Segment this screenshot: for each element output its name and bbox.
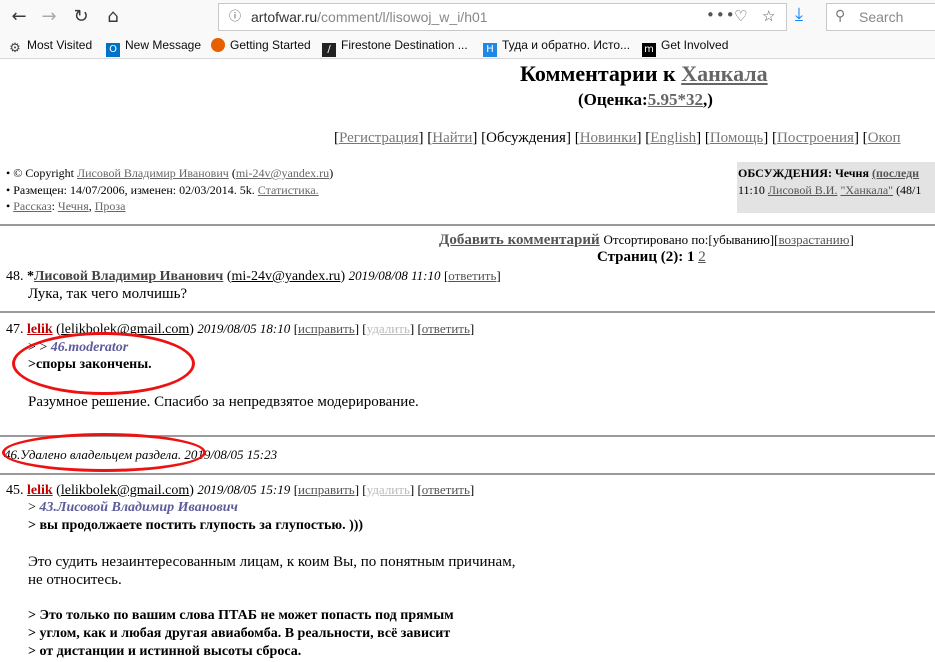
bookmark-tuda-i-obratno[interactable]: H Туда и обратно. Исто... — [483, 38, 630, 57]
rating-link[interactable]: 5.95*32 — [648, 90, 703, 109]
firestone-icon: / — [322, 43, 336, 57]
comment-author-link[interactable]: lelik — [27, 483, 53, 498]
bookmark-new-message[interactable]: O New Message — [106, 38, 201, 57]
comment-quote-ref: > 43.Лисовой Владимир Иванович — [28, 500, 238, 515]
tag-chechnya[interactable]: Чечня — [58, 199, 89, 213]
download-icon[interactable]: ⤓ — [795, 4, 803, 25]
quote-ref-link[interactable]: 43.Лисовой Владимир Иванович — [39, 500, 237, 515]
reply-link[interactable]: ответить — [448, 268, 496, 283]
gear-icon: ⚙ — [9, 41, 21, 56]
site-menu: [Регистрация] [Найти] [Обсуждения] [Нови… — [334, 130, 901, 146]
menu-trench[interactable]: Окоп — [868, 130, 901, 146]
edit-link[interactable]: исправить — [298, 482, 355, 497]
search-input[interactable]: ⚲ Search — [826, 3, 935, 31]
edit-link[interactable]: исправить — [298, 321, 355, 336]
comment-email-link[interactable]: mi-24v@yandex.ru — [232, 269, 341, 284]
home-icon[interactable]: ⌂ — [100, 4, 126, 30]
rating: (Оценка:5.95*32,) — [578, 90, 713, 109]
discussions-box: ОБСУЖДЕНИЯ: Чечня (последн 11:10 Лисовой… — [737, 162, 935, 213]
comment-text: Лука, так чего молчишь? — [28, 286, 188, 302]
menu-discussions: Обсуждения — [486, 130, 566, 146]
divider — [0, 473, 935, 475]
comment-date: 2019/08/08 11:10 — [348, 268, 441, 283]
comment-date: 2019/08/05 18:10 — [197, 321, 291, 336]
info-posted: • Размещен: 14/07/2006, изменен: 02/03/2… — [6, 183, 319, 197]
search-icon: ⚲ — [835, 8, 846, 24]
highlight-ellipse — [2, 433, 206, 472]
bookmark-site-icon: H — [483, 43, 497, 57]
bookmarks-bar: ⚙ Most Visited O New Message Getting Start… — [0, 34, 935, 59]
discussions-entry: 11:10 Лисовой В.И. "Ханкала" (48/1 — [738, 183, 922, 197]
discussions-author-link[interactable]: Лисовой В.И. — [768, 183, 838, 197]
bookmark-get-involved[interactable]: m Get Involved — [642, 38, 728, 57]
comment-header: 48. *Лисовой Владимир Иванович (mi-24v@y… — [6, 268, 501, 284]
menu-help[interactable]: Помощь — [710, 130, 763, 146]
author-link[interactable]: Лисовой Владимир Иванович — [77, 166, 229, 180]
comment-text: Разумное решение. Спасибо за непредвзято… — [28, 394, 419, 410]
divider — [0, 311, 935, 313]
forward-icon[interactable]: → — [36, 4, 62, 30]
menu-builds[interactable]: Построения — [777, 130, 854, 146]
sort-row: Добавить комментарий Отсортировано по:[у… — [439, 232, 854, 248]
comment-header: 45. lelik (lelikbolek@gmail.com) 2019/08… — [6, 482, 475, 498]
discussions-last-link[interactable]: (последн — [872, 166, 919, 180]
divider — [0, 224, 935, 226]
tag-prose[interactable]: Проза — [95, 199, 126, 213]
comment-quote: > от дистанции и истинной высоты сброса. — [28, 644, 302, 659]
url-text: artofwar.ru/comment/l/lisowoj_w_i/h01 — [251, 9, 488, 25]
add-comment-link[interactable]: Добавить комментарий — [439, 232, 600, 248]
menu-find[interactable]: Найти — [432, 130, 472, 146]
url-bar[interactable]: ⓘ artofwar.ru/comment/l/lisowoj_w_i/h01 … — [218, 3, 787, 31]
bookmark-star-icon[interactable]: ☆ — [762, 7, 775, 25]
outlook-icon: O — [106, 43, 120, 57]
site-info-icon[interactable]: ⓘ — [227, 8, 243, 24]
pagination: Страниц (2): 1 2 — [597, 249, 706, 265]
page-2-link[interactable]: 2 — [698, 249, 706, 265]
page-content: Комментарии к Ханкала (Оценка:5.95*32,) … — [0, 58, 935, 662]
discussions-heading: ОБСУЖДЕНИЯ: Чечня (последн — [738, 166, 920, 180]
comment-quote: > углом, как и любая другая авиабомба. В… — [28, 626, 451, 641]
tag-story[interactable]: Рассказ — [13, 199, 51, 213]
highlight-ellipse — [12, 332, 195, 395]
page-actions-icon[interactable]: ••• — [706, 6, 736, 24]
delete-link[interactable]: удалить — [367, 482, 410, 497]
info-copyright: • © Copyright Лисовой Владимир Иванович … — [6, 166, 334, 180]
mozilla-icon: m — [642, 43, 656, 57]
work-title-link[interactable]: Ханкала — [681, 61, 767, 86]
comment-text: Это судить незаинтересованным лицам, к к… — [28, 554, 516, 570]
comment-author-link[interactable]: lelik — [27, 322, 53, 337]
bookmark-getting-started[interactable]: Getting Started — [211, 38, 311, 52]
bookmark-most-visited[interactable]: ⚙ Most Visited — [8, 38, 92, 56]
comment-author-link[interactable]: Лисовой Владимир Иванович — [34, 269, 223, 284]
discussions-title-link[interactable]: "Ханкала" — [840, 183, 893, 197]
comment-text: не относитесь. — [28, 572, 122, 588]
author-email-link[interactable]: mi-24v@yandex.ru — [236, 166, 329, 180]
pocket-icon[interactable]: ♡ — [734, 7, 747, 25]
comment-email-link[interactable]: lelikbolek@gmail.com — [61, 483, 189, 498]
delete-link[interactable]: удалить — [367, 321, 410, 336]
stats-link[interactable]: Статистика. — [258, 183, 319, 197]
menu-english[interactable]: English — [650, 130, 696, 146]
menu-registration[interactable]: Регистрация — [339, 130, 419, 146]
comment-quote: > вы продолжаете постить глупость за глу… — [28, 518, 364, 533]
reply-link[interactable]: ответить — [422, 321, 470, 336]
firefox-icon — [211, 38, 225, 52]
sort-desc: [убыванию] — [708, 232, 775, 247]
info-tags: • Рассказ: Чечня, Проза — [6, 199, 126, 213]
comment-date: 2019/08/05 15:19 — [197, 482, 291, 497]
page-title: Комментарии к Ханкала — [520, 61, 768, 86]
bookmark-firestone[interactable]: / Firestone Destination ... — [322, 38, 468, 57]
back-icon[interactable]: ← — [6, 4, 32, 30]
reply-link[interactable]: ответить — [422, 482, 470, 497]
page-current: 1 — [686, 249, 695, 265]
sort-asc-link[interactable]: возрастанию — [778, 232, 849, 247]
search-placeholder: Search — [859, 9, 904, 25]
reload-icon[interactable]: ↻ — [68, 4, 94, 30]
comment-quote: > Это только по вашим слова ПТАБ не може… — [28, 608, 454, 623]
menu-news[interactable]: Новинки — [580, 130, 637, 146]
browser-toolbar: ← → ↻ ⌂ ⓘ artofwar.ru/comment/l/lisowoj_… — [0, 0, 935, 34]
